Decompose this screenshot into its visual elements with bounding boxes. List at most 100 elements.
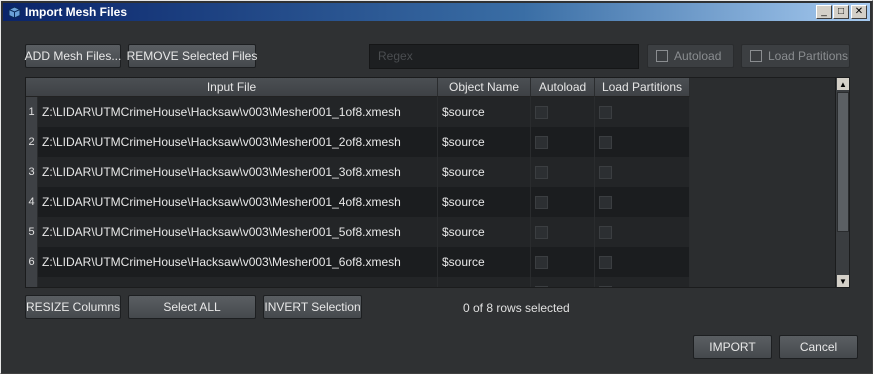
- load-partitions-cell: [595, 97, 690, 127]
- autoload-row-checkbox[interactable]: [535, 195, 548, 209]
- remove-selected-files-label: REMOVE Selected Files: [126, 49, 258, 63]
- load-partitions-row-checkbox[interactable]: [599, 225, 612, 239]
- table-header: Input File Object Name Autoload Load Par…: [26, 78, 690, 97]
- input-file-cell[interactable]: Z:\LIDAR\UTMCrimeHouse\Hacksaw\v003\Mesh…: [38, 157, 438, 187]
- selection-status-text: 0 of 8 rows selected: [463, 301, 570, 315]
- column-header-autoload[interactable]: Autoload: [531, 78, 595, 97]
- row-number: 7: [26, 277, 38, 287]
- row-number: 2: [26, 127, 38, 157]
- select-all-button[interactable]: Select ALL: [128, 295, 256, 319]
- column-header-input-file[interactable]: Input File: [26, 78, 438, 97]
- column-header-load-partitions[interactable]: Load Partitions: [595, 78, 690, 97]
- minimize-button[interactable]: _: [816, 5, 832, 19]
- row-number: 6: [26, 247, 38, 277]
- object-name-cell[interactable]: $source: [438, 187, 531, 217]
- row-number: 5: [26, 217, 38, 247]
- import-label: IMPORT: [709, 340, 756, 354]
- row-number: 1: [26, 97, 38, 127]
- input-file-cell[interactable]: Z:\LIDAR\UTMCrimeHouse\Hacksaw\v003\Mesh…: [38, 127, 438, 157]
- table-row[interactable]: 4 Z:\LIDAR\UTMCrimeHouse\Hacksaw\v003\Me…: [26, 187, 836, 217]
- autoload-checkbox[interactable]: [656, 50, 668, 62]
- load-partitions-row-checkbox[interactable]: [599, 165, 612, 179]
- cancel-button[interactable]: Cancel: [779, 335, 858, 359]
- autoload-row-checkbox[interactable]: [535, 225, 548, 239]
- object-name-cell[interactable]: $source: [438, 277, 531, 287]
- table-row[interactable]: 7 Z:\LIDAR\UTMCrimeHouse\Hacksaw\v003\Me…: [26, 277, 836, 287]
- autoload-cell: [531, 247, 595, 277]
- autoload-cell: [531, 157, 595, 187]
- autoload-label: Autoload: [674, 49, 722, 63]
- autoload-cell: [531, 187, 595, 217]
- autoload-cell: [531, 127, 595, 157]
- object-name-cell[interactable]: $source: [438, 97, 531, 127]
- load-partitions-cell: [595, 247, 690, 277]
- load-partitions-cell: [595, 217, 690, 247]
- scroll-down-arrow-icon[interactable]: ▼: [837, 275, 849, 287]
- load-partitions-cell: [595, 277, 690, 287]
- input-file-cell[interactable]: Z:\LIDAR\UTMCrimeHouse\Hacksaw\v003\Mesh…: [38, 277, 438, 287]
- load-partitions-row-checkbox[interactable]: [599, 255, 612, 269]
- load-partitions-cell: [595, 127, 690, 157]
- autoload-row-checkbox[interactable]: [535, 165, 548, 179]
- close-icon: ✕: [854, 6, 864, 17]
- input-file-cell[interactable]: Z:\LIDAR\UTMCrimeHouse\Hacksaw\v003\Mesh…: [38, 187, 438, 217]
- load-partitions-row-checkbox[interactable]: [599, 195, 612, 209]
- object-name-cell[interactable]: $source: [438, 157, 531, 187]
- maximize-icon: □: [837, 6, 845, 17]
- table-row[interactable]: 5 Z:\LIDAR\UTMCrimeHouse\Hacksaw\v003\Me…: [26, 217, 836, 247]
- resize-columns-label: RESIZE Columns: [25, 300, 121, 314]
- autoload-row-checkbox[interactable]: [535, 105, 548, 119]
- close-button[interactable]: ✕: [851, 5, 867, 19]
- regex-filter-input[interactable]: Regex: [369, 44, 639, 69]
- load-partitions-row-checkbox[interactable]: [599, 135, 612, 149]
- select-all-label: Select ALL: [163, 300, 221, 314]
- autoload-row-checkbox[interactable]: [535, 255, 548, 269]
- table-row[interactable]: 6 Z:\LIDAR\UTMCrimeHouse\Hacksaw\v003\Me…: [26, 247, 836, 277]
- import-button[interactable]: IMPORT: [693, 335, 772, 359]
- invert-selection-label: INVERT Selection: [264, 300, 361, 314]
- column-header-object-name[interactable]: Object Name: [438, 78, 531, 97]
- input-file-cell[interactable]: Z:\LIDAR\UTMCrimeHouse\Hacksaw\v003\Mesh…: [38, 97, 438, 127]
- resize-columns-button[interactable]: RESIZE Columns: [25, 295, 121, 319]
- scrollbar-thumb[interactable]: [837, 92, 849, 232]
- table-vertical-scrollbar[interactable]: ▲ ▼: [835, 78, 849, 287]
- table-row[interactable]: 2 Z:\LIDAR\UTMCrimeHouse\Hacksaw\v003\Me…: [26, 127, 836, 157]
- load-partitions-row-checkbox[interactable]: [599, 285, 612, 287]
- regex-filter-placeholder: Regex: [378, 49, 413, 63]
- cancel-label: Cancel: [799, 340, 838, 354]
- add-mesh-files-label: ADD Mesh Files...: [24, 49, 122, 63]
- object-name-cell[interactable]: $source: [438, 247, 531, 277]
- autoload-cell: [531, 277, 595, 287]
- app-cube-icon: [7, 5, 21, 19]
- table-body: 1 Z:\LIDAR\UTMCrimeHouse\Hacksaw\v003\Me…: [26, 97, 836, 287]
- object-name-cell[interactable]: $source: [438, 127, 531, 157]
- input-file-cell[interactable]: Z:\LIDAR\UTMCrimeHouse\Hacksaw\v003\Mesh…: [38, 247, 438, 277]
- autoload-cell: [531, 217, 595, 247]
- import-mesh-files-dialog: Import Mesh Files _ □ ✕ ADD Mesh Files..…: [0, 0, 873, 374]
- autoload-toggle[interactable]: Autoload: [647, 44, 734, 68]
- add-mesh-files-button[interactable]: ADD Mesh Files...: [25, 44, 121, 68]
- load-partitions-row-checkbox[interactable]: [599, 105, 612, 119]
- mesh-files-table: Input File Object Name Autoload Load Par…: [25, 77, 850, 288]
- window-title: Import Mesh Files: [25, 5, 128, 19]
- table-row[interactable]: 1 Z:\LIDAR\UTMCrimeHouse\Hacksaw\v003\Me…: [26, 97, 836, 127]
- input-file-cell[interactable]: Z:\LIDAR\UTMCrimeHouse\Hacksaw\v003\Mesh…: [38, 217, 438, 247]
- load-partitions-checkbox[interactable]: [750, 50, 762, 62]
- autoload-cell: [531, 97, 595, 127]
- autoload-row-checkbox[interactable]: [535, 135, 548, 149]
- maximize-button[interactable]: □: [833, 5, 849, 19]
- title-bar[interactable]: Import Mesh Files _ □ ✕: [3, 3, 870, 21]
- row-number: 3: [26, 157, 38, 187]
- load-partitions-cell: [595, 187, 690, 217]
- object-name-cell[interactable]: $source: [438, 217, 531, 247]
- row-number: 4: [26, 187, 38, 217]
- load-partitions-label: Load Partitions: [768, 49, 849, 63]
- autoload-row-checkbox[interactable]: [535, 285, 548, 287]
- table-row[interactable]: 3 Z:\LIDAR\UTMCrimeHouse\Hacksaw\v003\Me…: [26, 157, 836, 187]
- load-partitions-cell: [595, 157, 690, 187]
- minimize-icon: _: [821, 6, 827, 17]
- load-partitions-toggle[interactable]: Load Partitions: [741, 44, 850, 68]
- invert-selection-button[interactable]: INVERT Selection: [263, 295, 362, 319]
- scroll-up-arrow-icon[interactable]: ▲: [837, 78, 849, 90]
- remove-selected-files-button[interactable]: REMOVE Selected Files: [126, 44, 258, 68]
